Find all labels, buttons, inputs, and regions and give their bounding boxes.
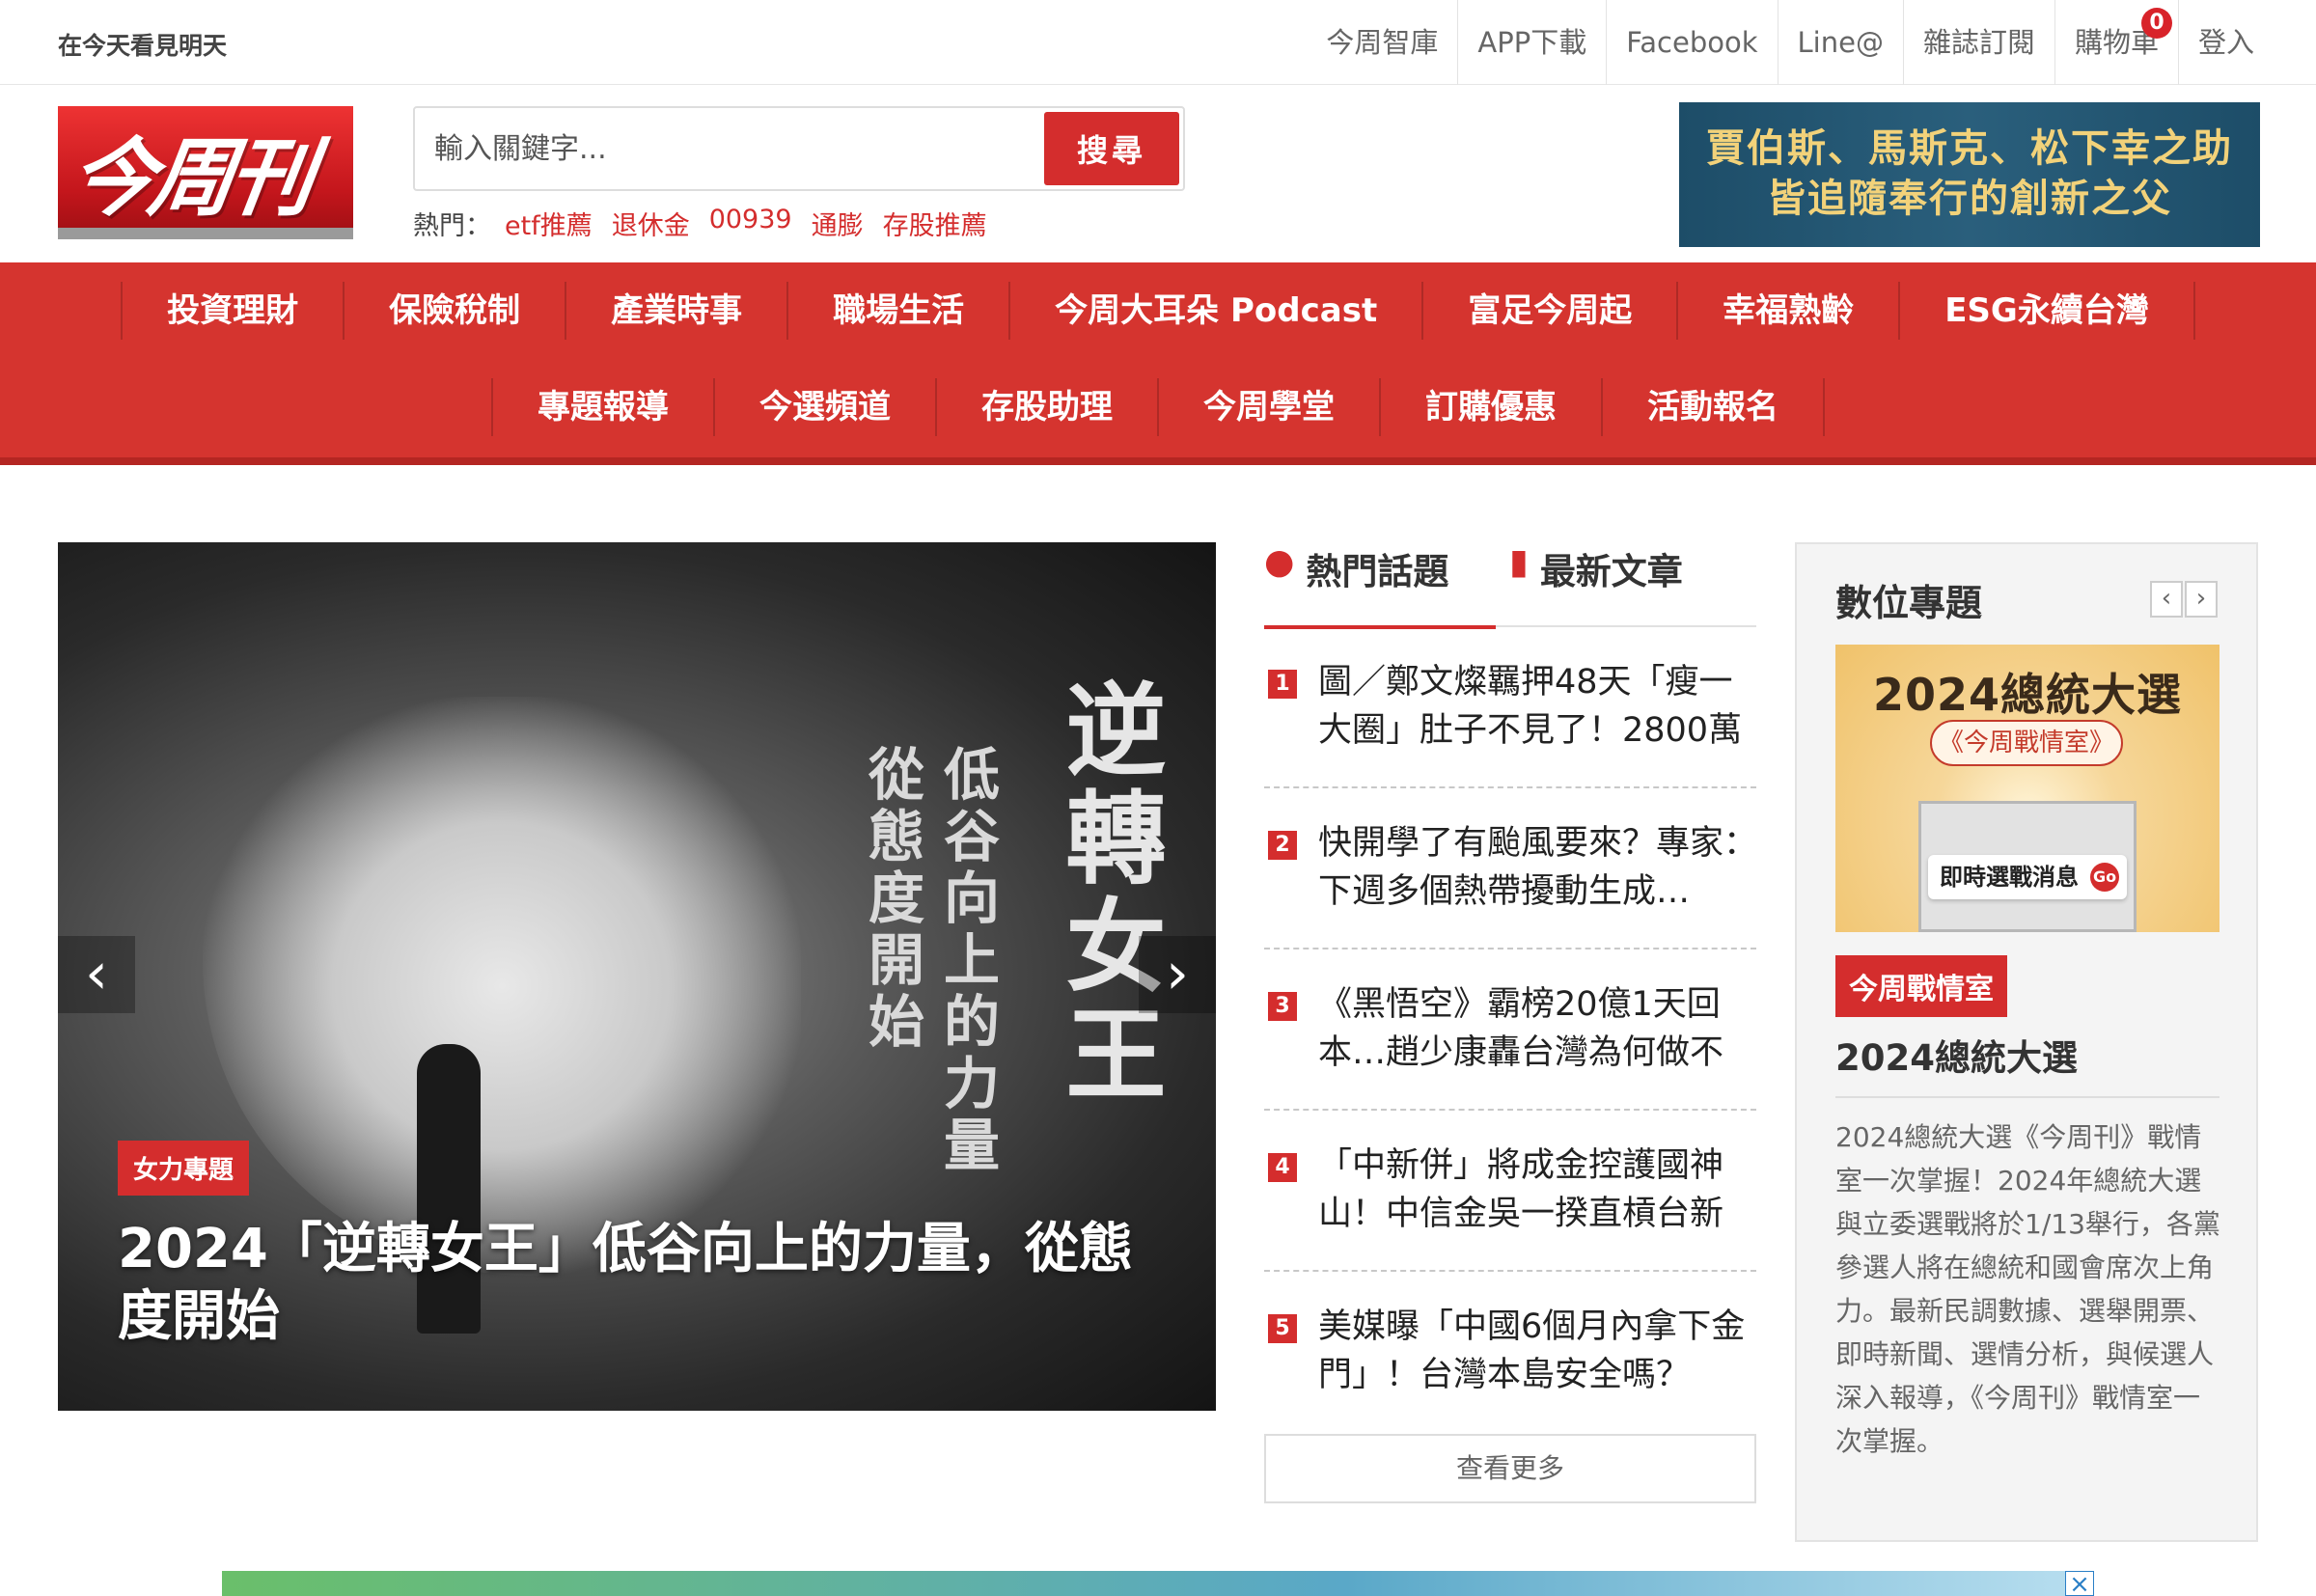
- list-item[interactable]: 2 快開學了有颱風要來？專家：下週多個熱帶擾動生成…: [1264, 788, 1758, 949]
- chevron-left-icon[interactable]: ‹: [2150, 581, 2183, 618]
- tab-hot-topics[interactable]: ● 熱門話題: [1264, 542, 1496, 629]
- main-nav: 投資理財 保險稅制 產業時事 職場生活 今周大耳朵 Podcast 富足今周起 …: [0, 262, 2316, 465]
- carousel-prev-arrow-icon[interactable]: ‹: [58, 936, 135, 1013]
- digital-topics-panel: 數位專題 ‹ › 2024總統大選 《今周戰情室》 即時選戰消息 Go 今周戰情…: [1795, 542, 2258, 1542]
- banner-line-2: 皆追隨奉行的創新之父: [1767, 177, 2172, 221]
- top-link-think-tank[interactable]: 今周智庫: [1307, 0, 1457, 85]
- tab-latest-articles[interactable]: ▮ 最新文章: [1509, 542, 1683, 627]
- digital-topics-pager: ‹ ›: [2148, 581, 2218, 618]
- chevron-right-icon[interactable]: ›: [2185, 581, 2218, 618]
- hero-vertical-title: 逆轉女王: [1048, 677, 1167, 1110]
- site-header: 今周刊 搜尋 熱門： etf推薦 退休金 00939 通膨 存股推薦 賈伯斯、馬…: [0, 85, 2316, 262]
- rank-badge: 5: [1268, 1314, 1297, 1343]
- hero-image-bird-shape: [203, 697, 801, 1276]
- article-title[interactable]: 「中新併」將成金控護國神山！中信金吳一揆直槓台新: [1318, 1142, 1758, 1242]
- top-bar: 在今天看見明天 今周智庫 APP下載 Facebook Line@ 雜誌訂閱 購…: [0, 0, 2316, 85]
- nav-item-career-life[interactable]: 職場生活: [786, 282, 1008, 340]
- nav-item-wealth[interactable]: 富足今周起: [1421, 282, 1676, 340]
- hero-carousel[interactable]: 逆轉女王 低谷向上的力量 從態度開始 ‹ › 女力專題 2024「逆轉女王」低谷…: [58, 542, 1216, 1411]
- nav-row-2: 專題報導 今選頻道 存股助理 今周學堂 訂購優惠 活動報名: [0, 359, 2316, 455]
- article-title[interactable]: 圖／鄭文燦羈押48天「瘦一大圈」肚子不見了！2800萬: [1318, 658, 1758, 758]
- list-item[interactable]: 3 《黑悟空》霸榜20億1天回本…趙少康轟台灣為何做不: [1264, 949, 1756, 1111]
- election-feature-image[interactable]: 2024總統大選 《今周戰情室》 即時選戰消息 Go: [1835, 645, 2220, 932]
- hot-keyword-etf[interactable]: etf推薦: [505, 205, 593, 242]
- article-title[interactable]: 《黑悟空》霸榜20億1天回本…趙少康轟台灣為何做不: [1318, 980, 1758, 1081]
- header-ad-banner[interactable]: 賈伯斯、馬斯克、松下幸之助 皆追隨奉行的創新之父: [1679, 102, 2260, 247]
- nav-item-industry-news[interactable]: 產業時事: [565, 282, 786, 340]
- rank-badge: 1: [1268, 670, 1297, 699]
- election-label-text: 即時選戰消息: [1940, 864, 2079, 891]
- hot-keyword-dividend-stock[interactable]: 存股推薦: [883, 205, 987, 242]
- digital-topic-tag[interactable]: 今周戰情室: [1835, 955, 2007, 1017]
- hero-vertical-line-1: 低谷向上的力量: [934, 745, 1000, 1177]
- nav-item-senior-life[interactable]: 幸福熟齡: [1676, 282, 1898, 340]
- nav-item-insurance-tax[interactable]: 保險稅制: [343, 282, 565, 340]
- list-item[interactable]: 4 「中新併」將成金控護國神山！中信金吳一揆直槓台新: [1264, 1111, 1756, 1272]
- rank-badge: 4: [1268, 1153, 1297, 1182]
- top-link-app-download[interactable]: APP下載: [1457, 0, 1606, 85]
- top-link-cart[interactable]: 購物車 0: [2054, 0, 2178, 85]
- list-item[interactable]: 1 圖／鄭文燦羈押48天「瘦一大圈」肚子不見了！2800萬: [1264, 627, 1756, 788]
- site-logo[interactable]: 今周刊: [58, 106, 353, 239]
- nav-item-stock-assistant[interactable]: 存股助理: [935, 378, 1157, 436]
- chat-bubble-icon: ●: [1264, 542, 1295, 582]
- bottom-ad-banner[interactable]: [222, 1571, 2094, 1596]
- logo-text: 今周刊: [63, 127, 316, 228]
- article-title[interactable]: 快開學了有颱風要來？專家：下週多個熱帶擾動生成…: [1318, 819, 1758, 920]
- top-link-line[interactable]: Line@: [1777, 0, 1903, 85]
- article-title[interactable]: 美媒曝「中國6個月內拿下金門」！台灣本島安全嗎？: [1318, 1303, 1758, 1403]
- divider: [1835, 1096, 2220, 1098]
- cart-count-badge: 0: [2140, 8, 2172, 39]
- digital-topic-description: 2024總統大選《今周刊》戰情室一次掌握！2024年總統大選與立委選戰將於1/1…: [1835, 1121, 2220, 1457]
- hot-keyword-00939[interactable]: 00939: [709, 205, 792, 242]
- digital-topics-title: 數位專題: [1835, 582, 1983, 624]
- go-badge: Go: [2090, 863, 2119, 892]
- banner-line-1: 賈伯斯、馬斯克、松下幸之助: [1706, 126, 2233, 171]
- top-link-magazine-subscribe[interactable]: 雜誌訂閱: [1902, 0, 2054, 85]
- hot-keyword-retirement[interactable]: 退休金: [612, 205, 690, 242]
- ad-close-icon[interactable]: ×: [2065, 1571, 2094, 1596]
- nav-item-investment[interactable]: 投資理財: [121, 282, 343, 340]
- digital-topic-headline[interactable]: 2024總統大選: [1835, 1029, 2078, 1081]
- hot-keyword-inflation[interactable]: 通膨: [812, 205, 864, 242]
- list-item[interactable]: 5 美媒曝「中國6個月內拿下金門」！台灣本島安全嗎？: [1264, 1272, 1756, 1433]
- hero-headline[interactable]: 2024「逆轉女王」低谷向上的力量，從態度開始: [118, 1216, 1160, 1351]
- election-image-label: 即時選戰消息 Go: [1928, 855, 2127, 899]
- hero-vertical-line-2: 從態度開始: [859, 745, 924, 1054]
- nav-item-subscription-offer[interactable]: 訂購優惠: [1379, 378, 1601, 436]
- nav-item-academy[interactable]: 今周學堂: [1157, 378, 1379, 436]
- nav-item-special-report[interactable]: 專題報導: [491, 378, 713, 436]
- nav-item-esg[interactable]: ESG永續台灣: [1898, 282, 2195, 340]
- view-more-button[interactable]: 查看更多: [1264, 1434, 1756, 1503]
- nav-item-podcast[interactable]: 今周大耳朵 Podcast: [1008, 282, 1421, 340]
- nav-item-selection-channel[interactable]: 今選頻道: [713, 378, 935, 436]
- search-button[interactable]: 搜尋: [1044, 112, 1179, 185]
- rank-badge: 2: [1268, 831, 1297, 860]
- nav-row-1: 投資理財 保險稅制 產業時事 職場生活 今周大耳朵 Podcast 富足今周起 …: [0, 262, 2316, 359]
- article-tabs: ● 熱門話題 ▮ 最新文章: [1264, 542, 1756, 629]
- hot-topics-panel: ● 熱門話題 ▮ 最新文章 1 圖／鄭文燦羈押48天「瘦一大圈」肚子不見了！28…: [1264, 542, 1758, 1503]
- tab-hot-label: 熱門話題: [1306, 551, 1449, 592]
- nav-item-event-signup[interactable]: 活動報名: [1601, 378, 1825, 436]
- election-image-title: 2024總統大選: [1872, 669, 2183, 721]
- hot-keywords-label: 熱門：: [413, 211, 491, 241]
- tab-new-label: 最新文章: [1539, 551, 1683, 592]
- hot-keywords: 熱門： etf推薦 退休金 00939 通膨 存股推薦: [413, 205, 1006, 242]
- top-link-login[interactable]: 登入: [2177, 0, 2274, 85]
- search-box: 搜尋: [413, 106, 1185, 191]
- carousel-next-arrow-icon[interactable]: ›: [1139, 936, 1216, 1013]
- rank-badge: 3: [1268, 992, 1297, 1021]
- site-slogan: 在今天看見明天: [58, 32, 228, 60]
- book-icon: ▮: [1509, 542, 1529, 582]
- hero-category-tag[interactable]: 女力專題: [118, 1141, 250, 1196]
- search-input[interactable]: [434, 118, 1013, 179]
- election-image-subtitle: 《今周戰情室》: [1930, 720, 2123, 766]
- top-link-facebook[interactable]: Facebook: [1606, 0, 1777, 85]
- top-links: 今周智庫 APP下載 Facebook Line@ 雜誌訂閱 購物車 0 登入: [1307, 0, 2274, 85]
